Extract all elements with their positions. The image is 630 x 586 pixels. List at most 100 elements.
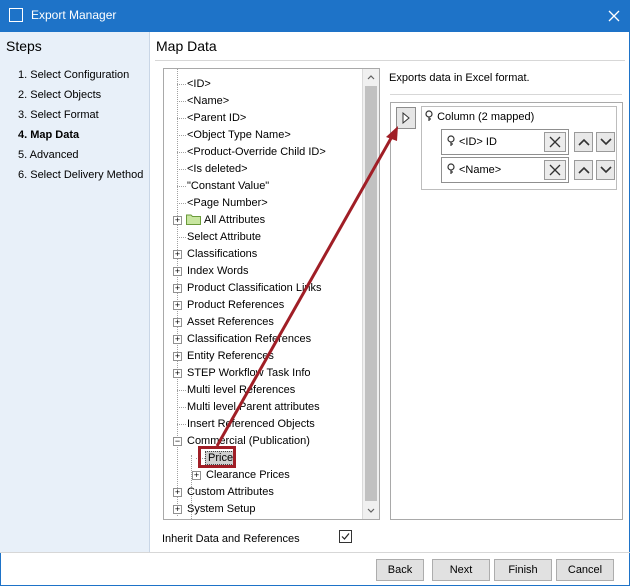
tree-item-label: Classifications — [187, 248, 258, 260]
tree-item[interactable]: STEP Workflow Task Info — [186, 365, 312, 382]
tree-item-label: Entity References — [187, 350, 274, 362]
tree-connector — [177, 237, 186, 238]
chevron-up-icon — [367, 75, 375, 80]
mapped-field[interactable]: <ID> ID — [441, 129, 569, 155]
scroll-down-button[interactable] — [363, 503, 379, 519]
tree-connector — [177, 135, 186, 136]
move-up-button[interactable] — [574, 132, 593, 152]
tree-item[interactable]: <Page Number> — [186, 195, 269, 212]
window-title: Export Manager — [31, 8, 117, 22]
expand-icon[interactable]: + — [173, 250, 182, 259]
back-button[interactable]: Back — [376, 559, 424, 581]
expand-icon[interactable]: + — [173, 505, 182, 514]
mapped-field[interactable]: <Name> — [441, 157, 569, 183]
add-mapping-button[interactable] — [396, 107, 416, 129]
tree-item[interactable]: Product References — [186, 297, 285, 314]
close-icon — [608, 10, 620, 22]
tree-item[interactable]: Insert Referenced Objects — [186, 416, 316, 433]
checkmark-icon — [341, 533, 350, 540]
price-highlight-box — [198, 446, 236, 468]
expand-icon[interactable]: + — [173, 352, 182, 361]
tree-item-label: <Page Number> — [187, 197, 268, 209]
tree-item[interactable]: Asset References — [186, 314, 275, 331]
remove-mapping-button[interactable] — [544, 132, 566, 152]
tree-item[interactable]: Clearance Prices — [205, 467, 291, 484]
tree-connector — [177, 407, 186, 408]
format-description: Exports data in Excel format. — [389, 72, 530, 84]
tree-item[interactable]: <Name> — [186, 93, 230, 110]
tree-item[interactable]: <Parent ID> — [186, 110, 247, 127]
chevron-up-icon — [577, 138, 590, 146]
expand-icon[interactable]: + — [173, 301, 182, 310]
move-down-button[interactable] — [596, 160, 615, 180]
tree-item[interactable]: Multi level Parent attributes — [186, 399, 321, 416]
tree-item-label: Clearance Prices — [206, 469, 290, 481]
chevron-down-icon — [599, 138, 612, 146]
tree-item-label: <Is deleted> — [187, 163, 248, 175]
tree-item[interactable]: <Is deleted> — [186, 161, 249, 178]
expand-icon[interactable]: + — [173, 335, 182, 344]
expand-icon[interactable]: + — [192, 471, 201, 480]
tree-item-label: Select Attribute — [187, 231, 261, 243]
expand-icon[interactable]: + — [173, 369, 182, 378]
inherit-checkbox[interactable] — [339, 530, 352, 543]
tree-item-label: STEP Workflow Task Info — [187, 367, 311, 379]
column-header[interactable]: Column (2 mapped) — [424, 110, 534, 124]
tree-item[interactable]: Select Attribute — [186, 229, 262, 246]
scroll-up-button[interactable] — [363, 69, 379, 85]
next-button[interactable]: Next — [432, 559, 490, 581]
close-button[interactable] — [598, 0, 630, 32]
expand-icon[interactable]: + — [173, 267, 182, 276]
move-up-button[interactable] — [574, 160, 593, 180]
tree-item-label: Classification References — [187, 333, 312, 345]
tree-item[interactable]: Product Classification Links — [186, 280, 323, 297]
finish-button[interactable]: Finish — [494, 559, 552, 581]
expand-icon[interactable]: + — [173, 488, 182, 497]
tree-connector — [177, 186, 186, 187]
chevron-up-icon — [577, 166, 590, 174]
tree-item[interactable]: <ID> — [186, 76, 212, 93]
tree-item[interactable]: Custom Attributes — [186, 484, 275, 501]
page-title: Map Data — [156, 38, 217, 54]
inherit-label: Inherit Data and References — [162, 533, 300, 545]
data-source-tree[interactable]: <ID> <Name> <Parent ID> <Object Type Name> <… — [163, 68, 380, 520]
remove-icon — [549, 164, 561, 176]
collapse-icon[interactable]: − — [173, 437, 182, 446]
tree-item[interactable]: Classifications — [186, 246, 258, 263]
tree-item[interactable]: "Constant Value" — [186, 178, 270, 195]
expand-icon[interactable]: + — [173, 216, 182, 225]
tree-item[interactable]: <Product-Override Child ID> — [186, 144, 327, 161]
steps-list: 1. Select Configuration 2. Select Objects… — [18, 68, 143, 188]
tree-item-label: Asset References — [187, 316, 274, 328]
expand-icon[interactable]: + — [173, 318, 182, 327]
tree-scrollbar[interactable] — [362, 69, 379, 519]
tree-item[interactable]: Entity References — [186, 348, 275, 365]
remove-icon — [549, 136, 561, 148]
key-icon — [425, 110, 433, 121]
mapped-field-text: <Name> — [459, 164, 502, 176]
tree-item[interactable]: Index Words — [186, 263, 250, 280]
tree-item-label: <Name> — [187, 95, 230, 107]
key-icon — [447, 135, 455, 146]
scroll-thumb[interactable] — [365, 86, 377, 501]
step-item: 3. Select Format — [18, 109, 99, 121]
tree-item[interactable]: All Attributes — [186, 212, 266, 229]
tree-item-label: System Setup — [187, 503, 256, 515]
footer-divider — [0, 552, 630, 553]
app-icon — [9, 8, 23, 22]
move-down-button[interactable] — [596, 132, 615, 152]
tree-item[interactable]: System Setup — [186, 501, 256, 518]
title-divider — [155, 60, 625, 61]
expand-icon[interactable]: + — [173, 284, 182, 293]
tree-connector — [177, 152, 186, 153]
tree-item-label: <Object Type Name> — [187, 129, 291, 141]
remove-mapping-button[interactable] — [544, 160, 566, 180]
tree-item-label: <ID> — [187, 78, 211, 90]
description-divider — [390, 94, 622, 95]
tree-item[interactable]: Classification References — [186, 331, 312, 348]
tree-item-label: Multi level Parent attributes — [187, 401, 320, 413]
tree-item[interactable]: Multi level References — [186, 382, 296, 399]
cancel-button[interactable]: Cancel — [556, 559, 614, 581]
tree-item[interactable]: <Object Type Name> — [186, 127, 292, 144]
step-item: 6. Select Delivery Method — [18, 169, 144, 181]
